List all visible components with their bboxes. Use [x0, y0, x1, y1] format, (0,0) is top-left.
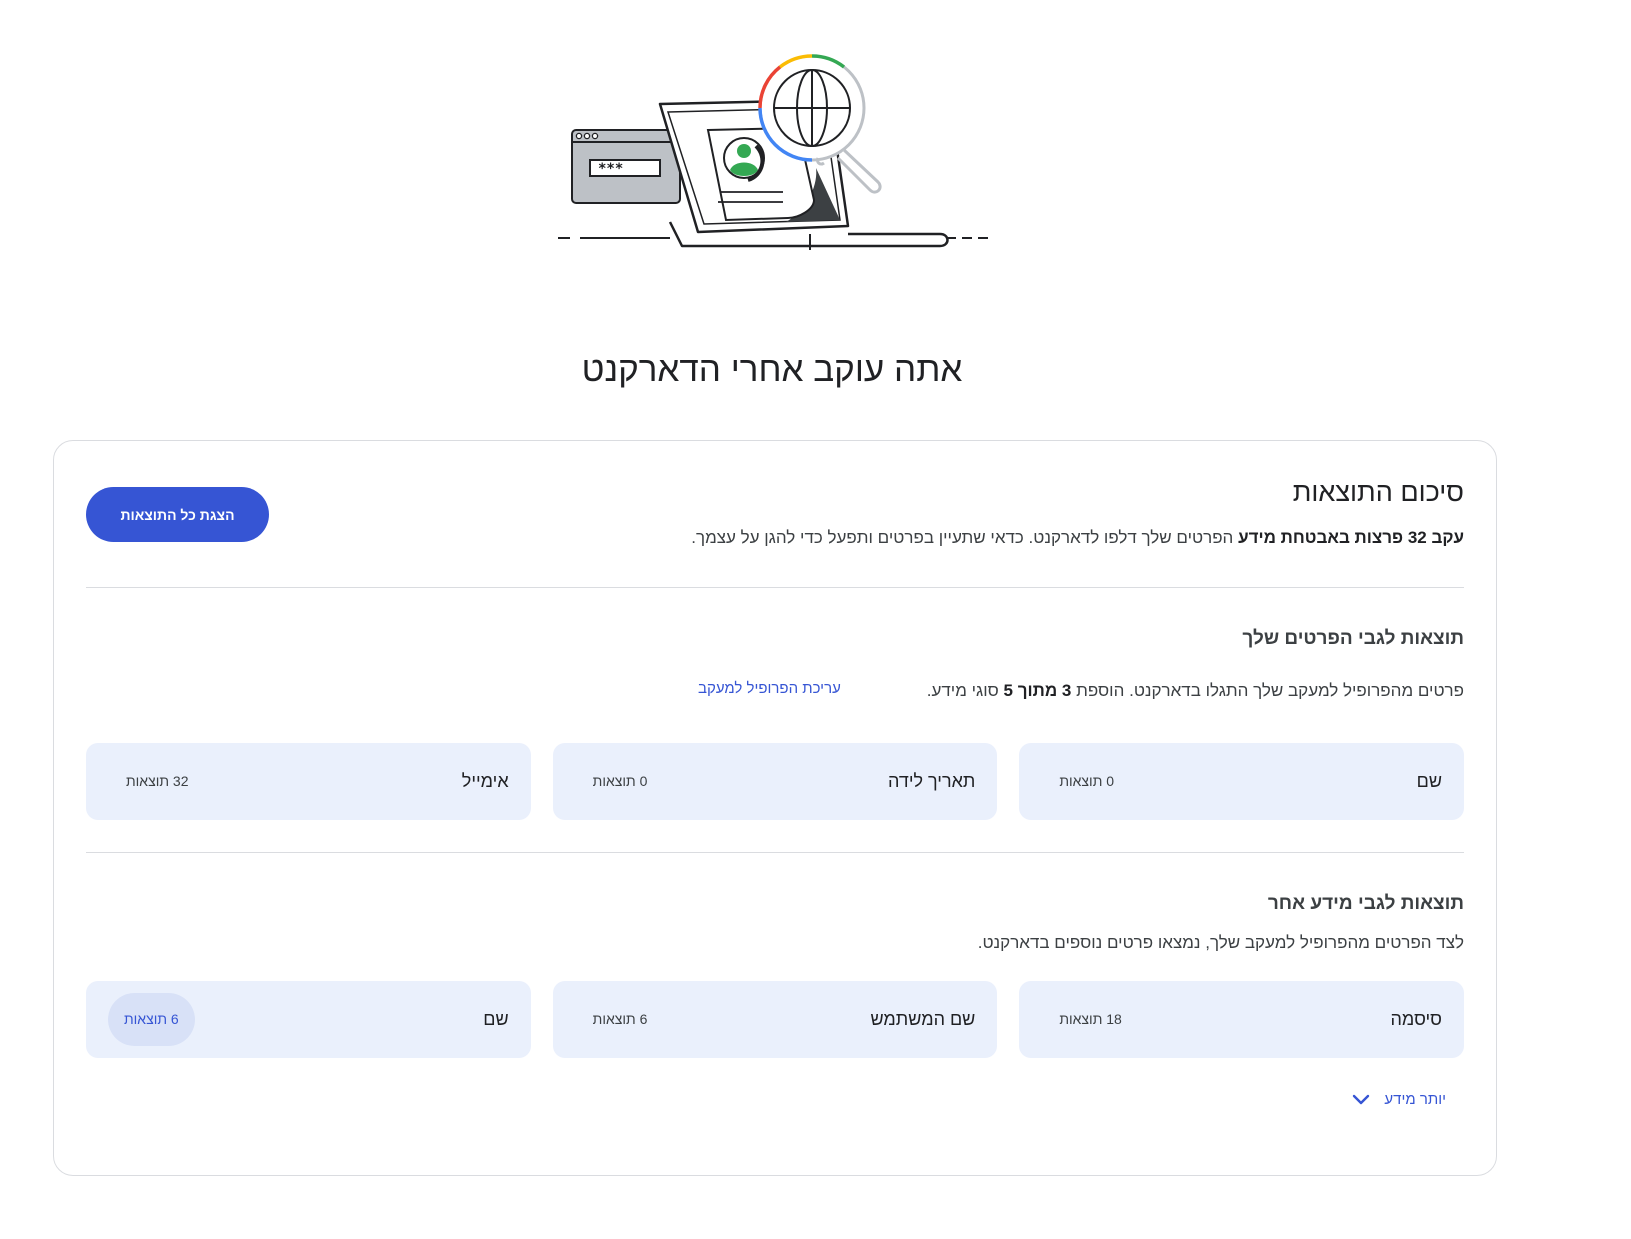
result-tile-other-name[interactable]: שם 6 תוצאות: [85, 981, 531, 1058]
more-info-toggle[interactable]: יותר מידע: [1352, 1091, 1446, 1108]
result-tile-name[interactable]: שם 0 תוצאות: [1019, 743, 1464, 820]
tile-count: 32 תוצאות: [125, 773, 189, 789]
results-card: סיכום התוצאות עקב 32 פרצות באבטחת מידע ה…: [53, 440, 1497, 1176]
summary-text-bold: עקב 32 פרצות באבטחת מידע: [1238, 528, 1464, 547]
svg-text:***: ***: [598, 161, 623, 177]
page-title: אתה עוקב אחרי הדארקנט: [581, 350, 963, 389]
divider: [86, 587, 1464, 588]
tile-label: סיסמה: [1390, 1009, 1442, 1029]
globe-icon: [773, 69, 851, 147]
tile-label: שם: [1416, 771, 1442, 791]
dark-web-report-page: *** אתה עוקב אחרי הדארקנט סיכום התוצאות …: [0, 0, 1631, 1239]
tile-label: אימייל: [461, 771, 509, 791]
chevron-down-icon: [1353, 1094, 1370, 1104]
profile-results-row: שם 0 תוצאות תאריך לידה 0 תוצאות אימייל 3…: [85, 743, 1464, 820]
tile-label: שם המשתמש: [870, 1009, 976, 1029]
other-section-title: תוצאות לגבי מידע אחר: [1267, 893, 1464, 914]
tile-count: 0 תוצאות: [592, 773, 648, 789]
result-tile-birthdate[interactable]: תאריך לידה 0 תוצאות: [552, 743, 998, 820]
summary-text: עקב 32 פרצות באבטחת מידע הפרטים שלך דלפו…: [691, 528, 1464, 548]
result-tile-password[interactable]: סיסמה 18 תוצאות: [1019, 981, 1464, 1058]
tile-count: 6 תוצאות: [592, 1011, 648, 1027]
tile-label: שם: [483, 1009, 509, 1029]
profile-section-text: פרטים מהפרופיל למעקב שלך התגלו בדארקנט. …: [926, 681, 1464, 700]
summary-title: סיכום התוצאות: [1292, 477, 1464, 507]
tile-count: 18 תוצאות: [1059, 1011, 1122, 1027]
more-info-label: יותר מידע: [1384, 1091, 1446, 1108]
tile-label: תאריך לידה: [887, 771, 976, 791]
password-window-icon: ***: [571, 129, 681, 204]
other-section-text: לצד הפרטים מהפרופיל למעקב שלך, נמצאו פרט…: [977, 933, 1464, 952]
other-results-row: סיסמה 18 תוצאות שם המשתמש 6 תוצאות שם 6 …: [85, 981, 1464, 1058]
tile-count-highlighted: 6 תוצאות: [107, 993, 195, 1046]
result-tile-email[interactable]: אימייל 32 תוצאות: [85, 743, 531, 820]
divider: [86, 852, 1464, 853]
profile-section-title: תוצאות לגבי הפרטים שלך: [1242, 628, 1464, 649]
result-tile-username[interactable]: שם המשתמש 6 תוצאות: [552, 981, 998, 1058]
edit-profile-link[interactable]: עריכת הפרופיל למעקב: [698, 680, 841, 697]
summary-text-rest: הפרטים שלך דלפו לדארקנט. כדאי שתעיין בפר…: [691, 528, 1239, 547]
show-all-results-button[interactable]: הצגת כל התוצאות: [86, 487, 269, 542]
tile-count: 0 תוצאות: [1059, 773, 1115, 789]
dark-web-illustration: ***: [558, 54, 988, 250]
